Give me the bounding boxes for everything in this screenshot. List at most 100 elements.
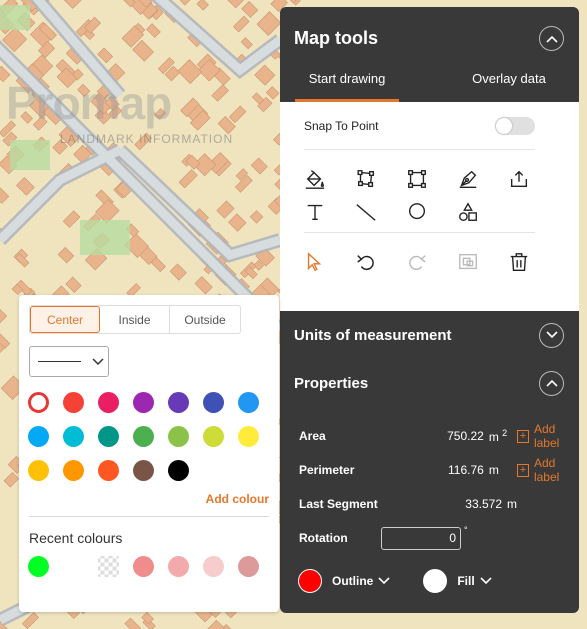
colour-swatch[interactable] (133, 392, 154, 413)
circle-icon[interactable] (406, 201, 426, 221)
outline-fill-row: Outline Fill (280, 569, 579, 593)
recent-colour-swatch[interactable] (133, 556, 154, 577)
recent-colours-title: Recent colours (29, 530, 123, 546)
colour-swatch[interactable] (238, 426, 259, 447)
property-rotation: Rotation 0 ° (280, 521, 579, 555)
properties-section-header[interactable]: Properties (280, 359, 579, 407)
colour-swatch[interactable] (168, 392, 189, 413)
colour-swatch[interactable] (168, 426, 189, 447)
map-tools-title: Map tools (294, 28, 378, 48)
drawing-tools-area: Snap To Point (280, 102, 579, 311)
area-value: 750.22 (447, 429, 484, 443)
toggle-knob (496, 117, 512, 134)
recent-colour-swatch[interactable] (28, 556, 49, 577)
colour-swatch[interactable] (28, 426, 49, 447)
expand-units-button[interactable] (539, 322, 564, 348)
fill-label: Fill (457, 574, 475, 588)
collapse-map-tools-button[interactable] (539, 26, 564, 51)
colour-swatch[interactable] (63, 426, 84, 447)
chevron-up-icon (545, 35, 558, 43)
rectangle-select-icon[interactable] (406, 168, 426, 188)
watermark-subtitle: LANDMARK INFORMATION (60, 132, 234, 146)
colour-swatch[interactable] (168, 460, 189, 481)
chevron-down-icon[interactable] (475, 576, 497, 586)
outline-label: Outline (332, 574, 374, 588)
recent-colour-swatch[interactable] (168, 556, 189, 577)
rotation-input[interactable]: 0 (381, 526, 461, 550)
watermark-logo: Promap (6, 77, 172, 129)
fill-color-swatch[interactable] (423, 569, 448, 593)
area-add-label-button[interactable]: + Add label (517, 422, 579, 450)
units-title: Units of measurement (294, 326, 452, 344)
chevron-up-icon (545, 379, 558, 387)
perimeter-value: 116.76 (448, 463, 484, 477)
colour-swatch[interactable] (28, 392, 49, 413)
plus-icon: + (517, 429, 529, 443)
colour-swatch[interactable] (63, 460, 84, 481)
segment-outside[interactable]: Outside (170, 306, 240, 333)
edit-vertices-icon[interactable] (355, 168, 375, 188)
properties-title: Properties (294, 374, 369, 392)
perimeter-unit: m (488, 463, 499, 477)
property-last-segment: Last Segment 33.572 m (280, 487, 579, 521)
redo-icon[interactable] (406, 251, 426, 271)
last-segment-unit: m (507, 497, 517, 511)
colour-palette-popup: Center Inside Outside Add colour Recent … (19, 295, 279, 612)
upload-icon[interactable] (508, 168, 528, 188)
draw-actions-row (304, 233, 535, 272)
collapse-properties-button[interactable] (539, 370, 564, 396)
last-segment-label: Last Segment (299, 497, 378, 511)
colour-swatch[interactable] (203, 426, 224, 447)
map-tools-panel: Map tools Start drawing Overlay data Sna… (280, 7, 579, 613)
text-icon[interactable] (304, 201, 324, 221)
stroke-position-segmented-control: Center Inside Outside (29, 305, 241, 334)
colour-swatch[interactable] (28, 460, 49, 481)
recent-colour-swatch[interactable] (63, 556, 84, 577)
segment-center[interactable]: Center (30, 306, 100, 333)
segment-inside[interactable]: Inside (100, 306, 170, 333)
solid-line-preview (38, 361, 81, 362)
fill-icon[interactable] (304, 168, 325, 189)
recent-colour-swatch[interactable] (98, 556, 119, 577)
degree-unit: ° (464, 525, 468, 535)
divider (29, 516, 269, 517)
pen-icon[interactable] (457, 168, 477, 188)
units-section-header[interactable]: Units of measurement (280, 311, 579, 359)
plus-icon: + (517, 463, 529, 477)
tab-start-drawing[interactable]: Start drawing (295, 70, 399, 102)
tab-overlay-data[interactable]: Overlay data (399, 70, 579, 102)
chevron-down-icon[interactable] (373, 576, 395, 586)
colour-swatch[interactable] (203, 392, 224, 413)
property-area: Area 750.22 m 2 + Add label (280, 419, 579, 453)
snap-to-point-row: Snap To Point (304, 102, 535, 150)
recent-colour-swatch[interactable] (203, 556, 224, 577)
colour-swatch[interactable] (133, 460, 154, 481)
merge-icon[interactable] (457, 251, 477, 271)
colour-swatch[interactable] (133, 426, 154, 447)
area-unit: m 2 (488, 428, 508, 444)
undo-icon[interactable] (355, 251, 375, 271)
shapes-icon[interactable] (457, 201, 477, 221)
recent-colour-swatch[interactable] (238, 556, 259, 577)
line-style-select[interactable] (29, 346, 109, 377)
area-label: Area (299, 429, 326, 443)
map-tools-tabs: Start drawing Overlay data (280, 70, 579, 102)
trash-icon[interactable] (508, 251, 528, 271)
colour-swatch[interactable] (98, 460, 119, 481)
perimeter-add-label-button[interactable]: + Add label (517, 456, 579, 484)
draw-tools-grid (304, 150, 535, 233)
colour-swatch[interactable] (98, 426, 119, 447)
last-segment-value: 33.572 (465, 497, 502, 511)
colour-swatch[interactable] (98, 392, 119, 413)
snap-to-point-toggle[interactable] (495, 116, 535, 135)
line-icon[interactable] (355, 201, 376, 221)
snap-to-point-label: Snap To Point (304, 118, 379, 133)
outline-color-swatch[interactable] (298, 569, 322, 593)
pointer-icon[interactable] (304, 251, 324, 272)
map-tools-header: Map tools (280, 7, 579, 70)
colour-swatch[interactable] (238, 392, 259, 413)
perimeter-label: Perimeter (299, 463, 355, 477)
chevron-down-icon (92, 357, 104, 365)
add-colour-link[interactable]: Add colour (206, 492, 269, 506)
colour-swatch[interactable] (63, 392, 84, 413)
